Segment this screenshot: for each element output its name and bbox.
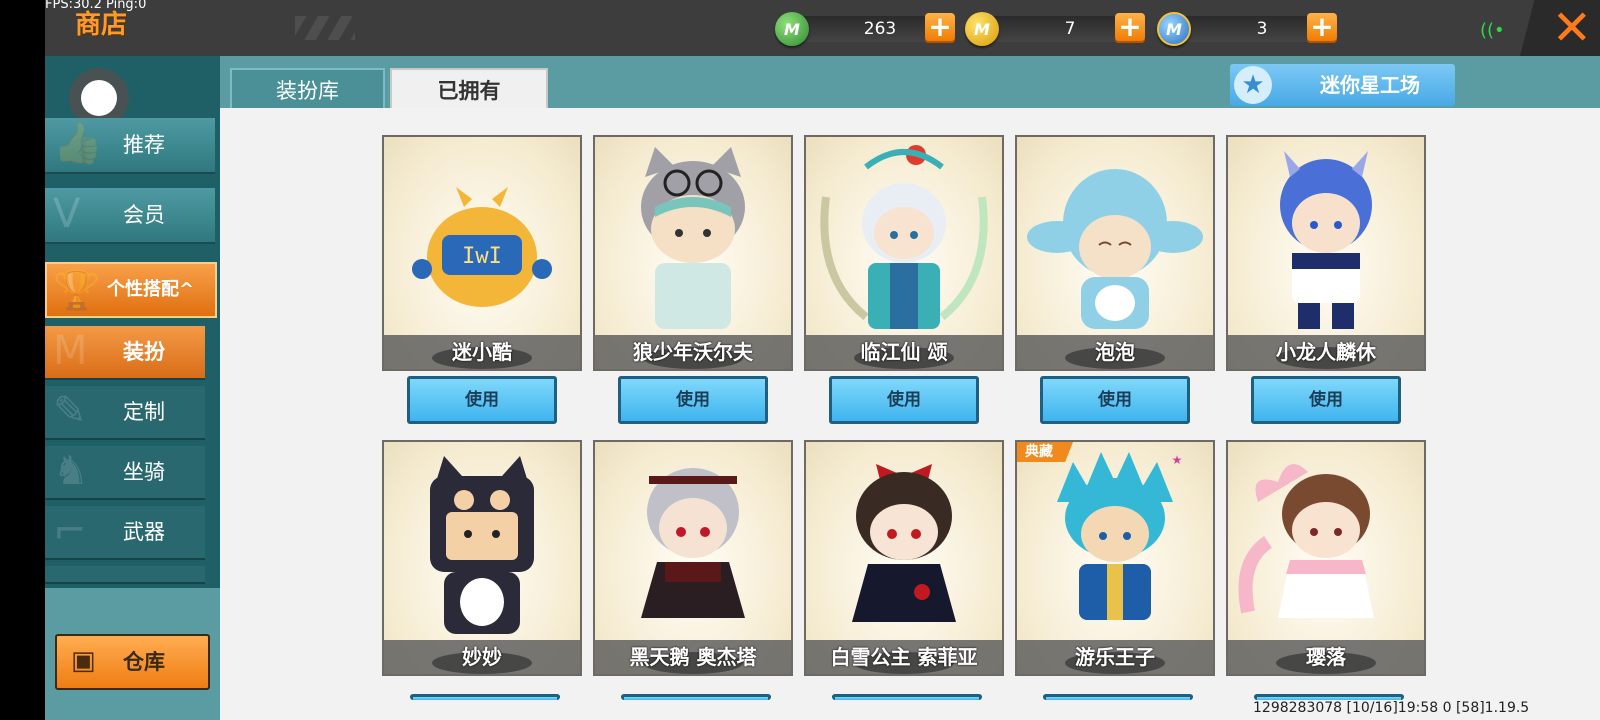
skin-card[interactable]: 泡泡: [1015, 135, 1215, 371]
skin-art-ying-luo: [1238, 464, 1374, 618]
sidebar: 👍 推荐 V 会员 🏆 个性搭配^ M 装扮 ✎ 定制 ♞ 坐骑 ⌐ 武器 ▣ …: [45, 56, 220, 720]
skin-art-xiao-long-ren: [1280, 151, 1372, 329]
sidebar-item-vip[interactable]: V 会员: [45, 188, 215, 244]
skin-art-pao-pao: [1027, 169, 1203, 329]
skin-card[interactable]: 小龙人麟休: [1226, 135, 1426, 371]
sidebar-item-label: 坐骑: [123, 460, 165, 484]
star-icon: ★: [1234, 66, 1272, 104]
gold-coin-icon: M: [965, 12, 999, 46]
currency-green-gem: M 263 +: [775, 12, 975, 46]
sidebar-item-custom[interactable]: ✎ 定制: [45, 386, 205, 440]
skin-card[interactable]: 妙妙: [382, 440, 582, 676]
skin-art-snow-white: [852, 464, 956, 622]
sidebar-item-mount[interactable]: ♞ 坐骑: [45, 446, 205, 500]
skin-card[interactable]: 临江仙 颂: [804, 135, 1004, 371]
skin-name: 泡泡: [1095, 340, 1135, 364]
sidebar-item-outfit[interactable]: M 装扮: [45, 326, 205, 380]
use-button[interactable]: 使用: [407, 376, 557, 424]
skin-art-lin-jiang-xian: [820, 145, 988, 329]
skin-name: 临江仙 颂: [860, 340, 948, 364]
sidebar-item-label: 武器: [123, 520, 165, 544]
skin-name: 迷小酷: [452, 340, 512, 364]
thumbs-up-icon: 👍: [53, 121, 103, 167]
skin-art-miao-miao: [430, 456, 534, 634]
use-button-partial[interactable]: [621, 694, 771, 700]
use-button[interactable]: 使用: [618, 376, 768, 424]
sidebar-item-recommend[interactable]: 👍 推荐: [45, 118, 215, 174]
skin-card[interactable]: ★ 典藏 游乐王子: [1015, 440, 1215, 676]
use-button[interactable]: 使用: [1251, 376, 1401, 424]
skin-card[interactable]: 狼少年沃尔夫: [593, 135, 793, 371]
game-screen: FPS:30.2 Ping:0 商店 M 263 + M 7 + M 3 + (…: [45, 0, 1600, 720]
chevron-up-icon: ^: [179, 279, 195, 300]
skin-name: 小龙人麟休: [1276, 340, 1376, 364]
use-button[interactable]: 使用: [1040, 376, 1190, 424]
currency-gold-coin: M 7 +: [965, 12, 1165, 46]
skin-card[interactable]: IwI 迷小酷: [382, 135, 582, 371]
chest-icon: ▣: [71, 646, 96, 676]
use-button-partial[interactable]: [832, 694, 982, 700]
skin-name: 游乐王子: [1075, 645, 1155, 669]
sidebar-item-label: 会员: [123, 203, 165, 227]
sidebar-item-partial: [45, 566, 205, 584]
mini-workshop-button[interactable]: ★ 迷你星工场: [1230, 64, 1455, 106]
tab-closet[interactable]: 装扮库: [230, 68, 385, 110]
add-green-gem-button[interactable]: +: [925, 13, 955, 43]
use-button-partial[interactable]: [410, 694, 560, 700]
skin-name: 璎落: [1306, 645, 1346, 669]
sidebar-item-label: 定制: [123, 400, 165, 424]
build-info: 1298283078 [10/16]19:58 0 [58]1.19.5: [1253, 700, 1530, 716]
mount-icon: ♞: [53, 448, 89, 494]
sidebar-group-label: 个性搭配^: [107, 279, 195, 300]
sidebar-item-label: 推荐: [123, 133, 165, 157]
vip-icon: V: [53, 191, 81, 237]
green-gem-icon: M: [775, 12, 809, 46]
skin-card[interactable]: 白雪公主 索菲亚: [804, 440, 1004, 676]
skin-art-mi-xiao-ku: IwI: [412, 187, 552, 307]
mini-workshop-label: 迷你星工场: [1320, 73, 1420, 97]
add-blue-coin-button[interactable]: +: [1307, 13, 1337, 43]
use-button[interactable]: 使用: [829, 376, 979, 424]
skin-card[interactable]: 黑天鹅 奥杰塔: [593, 440, 793, 676]
skin-name: 妙妙: [462, 645, 502, 669]
main-panel: 装扮库 已拥有 ★ 迷你星工场 IwI 迷小酷 狼少年沃尔夫 临江仙 颂 泡泡 …: [220, 56, 1600, 720]
skin-name: 白雪公主 索菲亚: [830, 645, 978, 669]
skin-art-black-swan: [641, 468, 745, 618]
skin-art-wolf-boy: [641, 147, 745, 329]
skin-name: 狼少年沃尔夫: [633, 340, 753, 364]
trophy-icon: 🏆: [53, 268, 101, 312]
warehouse-label: 仓库: [123, 650, 165, 674]
svg-text:★: ★: [1172, 453, 1183, 467]
skin-card[interactable]: 璎落: [1226, 440, 1426, 676]
skin-art-amusement-prince: ★: [1057, 452, 1183, 620]
close-icon[interactable]: ✕: [1552, 2, 1592, 54]
use-button-partial[interactable]: [1043, 694, 1193, 700]
tab-owned[interactable]: 已拥有: [390, 68, 548, 110]
warehouse-button[interactable]: ▣ 仓库: [55, 634, 210, 690]
top-bar: FPS:30.2 Ping:0 商店 M 263 + M 7 + M 3 + (…: [45, 0, 1600, 56]
collection-badge: 典藏: [1017, 442, 1073, 462]
blue-coin-icon: M: [1157, 12, 1191, 46]
svg-text:IwI: IwI: [462, 244, 502, 269]
page-title: 商店: [75, 10, 128, 40]
decorative-stripes: [295, 16, 355, 40]
currency-blue-coin: M 3 +: [1157, 12, 1357, 46]
sidebar-item-label: 装扮: [123, 340, 165, 364]
pencil-icon: ✎: [53, 388, 87, 434]
close-area: ✕: [1520, 0, 1600, 56]
gun-icon: ⌐: [53, 508, 87, 554]
wifi-signal-icon: ((•: [1480, 20, 1505, 41]
skin-grid: IwI 迷小酷 狼少年沃尔夫 临江仙 颂 泡泡 小龙人麟休 使用 使用 使用 使…: [220, 108, 1600, 720]
skin-name: 黑天鹅 奥杰塔: [629, 645, 757, 669]
sidebar-group-personal-style[interactable]: 🏆 个性搭配^: [45, 262, 217, 318]
shirt-icon: M: [53, 328, 88, 374]
add-gold-coin-button[interactable]: +: [1115, 13, 1145, 43]
sidebar-item-weapon[interactable]: ⌐ 武器: [45, 506, 205, 560]
